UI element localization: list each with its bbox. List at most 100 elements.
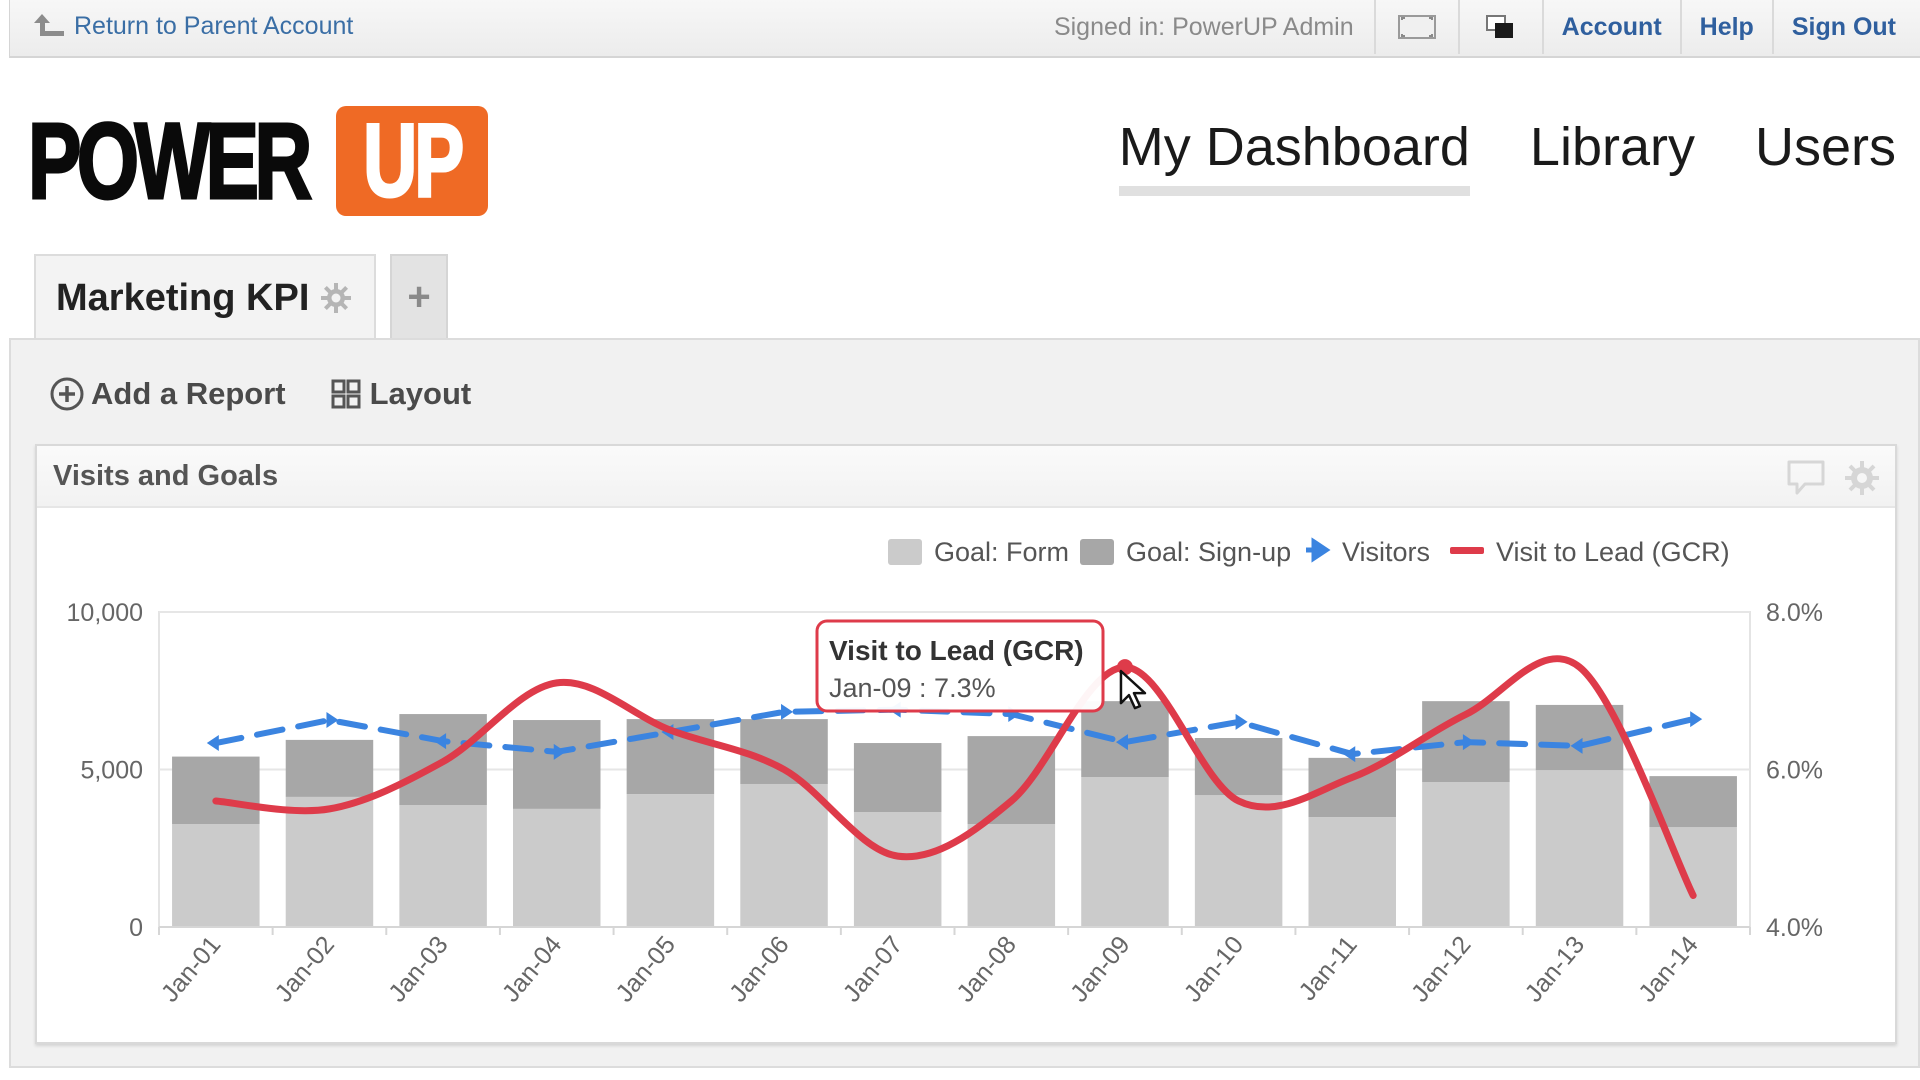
- add-circle-icon: [50, 377, 84, 411]
- tooltip-value: Jan-09 : 7.3%: [829, 673, 996, 703]
- visitors-point: [326, 712, 339, 729]
- report-visits-and-goals: Visits and Goals Jan-01 Jan-02 Jan-03 Jan-0: [35, 444, 1897, 1044]
- account-link-cell: Account: [1541, 0, 1680, 54]
- x-tick-label: Jan-12: [1406, 931, 1477, 1008]
- fullscreen-icon: [1397, 15, 1436, 39]
- x-tick-label: Jan-13: [1520, 931, 1591, 1008]
- bar-goal-form: [1081, 777, 1169, 927]
- right-axis-tick-label: 4.0%: [1766, 914, 1823, 942]
- dashboard-panel: Add a Report Layout Visits and Goals Jan…: [9, 338, 1920, 1068]
- x-tick-label: Jan-06: [724, 931, 795, 1008]
- visitors-point: [781, 703, 794, 720]
- tab-marketing-kpi[interactable]: Marketing KPI: [34, 254, 376, 340]
- report-title: Visits and Goals: [53, 459, 279, 492]
- nav-users[interactable]: Users: [1755, 116, 1896, 186]
- legend-arrow-icon: [1306, 537, 1331, 563]
- x-tick-label: Jan-09: [1065, 931, 1136, 1008]
- x-tick-label: Jan-01: [156, 931, 227, 1008]
- chart-left-axis: 0 5,000 10,000: [67, 599, 143, 942]
- bar-goal-signup: [512, 720, 601, 809]
- legend-swatch: [888, 539, 922, 565]
- bar-goal-form: [1649, 827, 1737, 927]
- legend-line-icon: [1450, 547, 1484, 554]
- right-axis-tick-label: 6.0%: [1766, 757, 1823, 785]
- bar-goal-signup: [740, 719, 828, 784]
- chart-x-axis: Jan-01 Jan-02 Jan-03 Jan-04 Jan-05 Jan-06 Jan-…: [156, 926, 1751, 1008]
- tooltip-title: Visit to Lead (GCR): [829, 635, 1084, 666]
- comment-icon[interactable]: [1785, 458, 1827, 498]
- legend-item: Goal: Sign-up: [1080, 537, 1291, 567]
- x-tick-label: Jan-11: [1293, 931, 1362, 1006]
- layout-button[interactable]: Layout: [328, 376, 471, 412]
- add-tab-button[interactable]: +: [390, 254, 448, 338]
- tab-label: Marketing KPI: [56, 276, 310, 319]
- bar-goal-form: [285, 796, 374, 927]
- bar-goal-signup: [853, 743, 942, 813]
- legend-swatch: [1080, 539, 1114, 565]
- account-link[interactable]: Account: [1562, 13, 1662, 42]
- x-tick-label: Jan-02: [269, 931, 340, 1008]
- window-mode-button[interactable]: [1457, 0, 1542, 54]
- fullscreen-button[interactable]: [1373, 0, 1458, 54]
- chart-right-axis: 4.0% 6.0% 8.0%: [1766, 599, 1823, 942]
- x-tick-label: Jan-08: [951, 931, 1022, 1008]
- tab-settings-gear-icon[interactable]: [319, 281, 353, 315]
- nav-my-dashboard[interactable]: My Dashboard: [1118, 116, 1471, 196]
- legend-label: Goal: Sign-up: [1126, 537, 1291, 567]
- legend-label: Visitors: [1342, 537, 1430, 567]
- left-axis-tick-label: 5,000: [80, 757, 143, 785]
- chart-legend: Goal: Form Goal: Sign-up Visitors Visit to …: [888, 537, 1730, 567]
- bar-goal-form: [853, 812, 942, 927]
- help-link-cell: Help: [1679, 0, 1772, 54]
- left-axis-tick-label: 0: [129, 914, 143, 942]
- legend-label: Visit to Lead (GCR): [1496, 537, 1730, 567]
- bar-goal-form: [1535, 770, 1624, 927]
- x-tick-label: Jan-04: [497, 931, 568, 1008]
- logo-power-text: POWER: [27, 100, 313, 221]
- chart-tooltip: Visit to Lead (GCR) Jan-09 : 7.3%: [815, 619, 1105, 713]
- top-utility-bar: Return to Parent Account Signed in: Powe…: [9, 0, 1920, 58]
- main-navigation: My Dashboard Library Users: [1118, 116, 1896, 196]
- x-tick-label: Jan-10: [1179, 931, 1250, 1008]
- visitors-point: [1235, 713, 1248, 730]
- nav-library[interactable]: Library: [1530, 116, 1695, 186]
- bar-goal-form: [626, 794, 715, 927]
- legend-item: Visit to Lead (GCR): [1450, 537, 1730, 567]
- return-to-parent-link[interactable]: Return to Parent Account: [32, 0, 353, 52]
- report-actions: [1785, 458, 1883, 498]
- x-tick-label: Jan-05: [610, 931, 681, 1008]
- sign-out-link[interactable]: Sign Out: [1792, 13, 1896, 42]
- x-tick-label: Jan-07: [838, 931, 909, 1008]
- bar-goal-form: [740, 783, 828, 927]
- bar-goal-form: [967, 823, 1056, 927]
- bar-goal-signup: [967, 736, 1056, 824]
- bar-goal-form: [512, 808, 601, 927]
- left-axis-tick-label: 10,000: [67, 599, 143, 627]
- bar-goal-form: [399, 805, 487, 927]
- grid-layout-icon: [331, 379, 361, 409]
- x-tick-label: Jan-14: [1633, 931, 1704, 1008]
- bar-goal-form: [1308, 817, 1397, 927]
- return-to-parent-label: Return to Parent Account: [74, 11, 354, 40]
- visitors-point: [1690, 711, 1703, 728]
- powerup-logo[interactable]: POWER UP: [27, 100, 489, 221]
- add-report-button[interactable]: Add a Report: [49, 376, 286, 412]
- dashboard-toolbar: Add a Report Layout: [49, 376, 471, 412]
- logo-up-text: UP: [362, 103, 465, 219]
- visitors-point: [206, 735, 219, 752]
- gcr-highlight-point: [1116, 659, 1133, 676]
- right-axis-tick-label: 8.0%: [1766, 599, 1823, 627]
- help-link[interactable]: Help: [1700, 13, 1754, 42]
- bar-goal-form: [1194, 795, 1283, 927]
- bar-goal-form: [172, 823, 260, 927]
- add-report-label: Add a Report: [91, 376, 286, 411]
- window-icon: [1485, 15, 1513, 38]
- x-tick-label: Jan-03: [383, 931, 454, 1008]
- legend-item: Goal: Form: [888, 537, 1069, 567]
- report-settings-gear-icon[interactable]: [1841, 458, 1883, 498]
- signed-in-text: Signed in: PowerUP Admin: [1053, 12, 1354, 41]
- logo-up-badge: UP: [336, 103, 489, 219]
- bar-goal-signup: [285, 739, 374, 797]
- legend-item: Visitors: [1306, 537, 1430, 567]
- visits-goals-chart: Jan-01 Jan-02 Jan-03 Jan-04 Jan-05 Jan-06 Jan-…: [67, 537, 1823, 1008]
